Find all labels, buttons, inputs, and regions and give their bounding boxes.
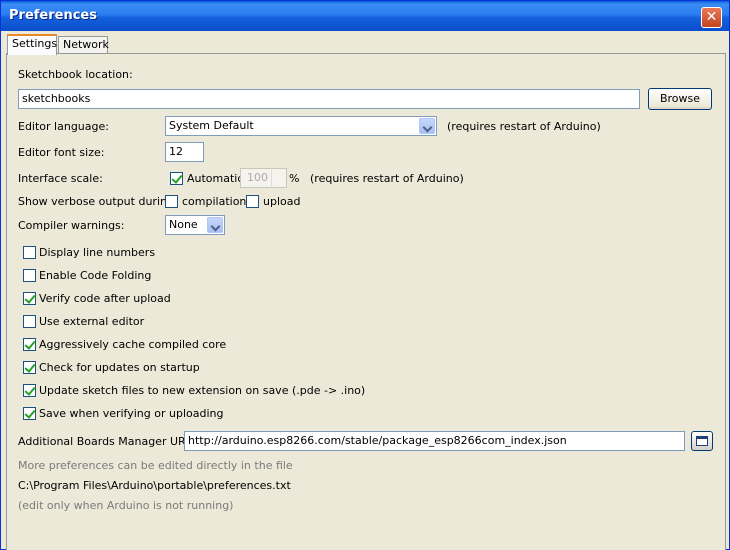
close-icon: ✕ — [705, 9, 718, 25]
interface-scale-value: 100 — [247, 171, 268, 184]
settings-panel: Sketchbook location: sketchbooks Browse … — [6, 53, 726, 550]
window-title: Preferences — [9, 8, 97, 23]
boards-manager-urls-label: Additional Boards Manager URLs: — [18, 435, 202, 448]
boards-manager-urls-input[interactable]: http://arduino.esp8266.com/stable/packag… — [184, 431, 685, 451]
chevron-down-icon — [207, 217, 223, 233]
editor-font-size-label: Editor font size: — [18, 146, 105, 159]
enable-code-folding-checkbox[interactable] — [23, 269, 36, 282]
browse-button[interactable]: Browse — [648, 88, 712, 110]
use-external-editor-label: Use external editor — [39, 315, 145, 328]
compiler-warnings-select[interactable]: None — [165, 215, 225, 235]
editor-language-value: System Default — [169, 119, 254, 132]
update-extension-checkbox[interactable] — [23, 384, 36, 397]
check-updates-checkbox[interactable] — [23, 361, 36, 374]
editor-font-size-input[interactable]: 12 — [165, 142, 204, 162]
editor-language-note: (requires restart of Arduino) — [447, 120, 601, 133]
title-bar[interactable]: Preferences ✕ — [1, 1, 729, 31]
verbose-upload-label: upload — [263, 195, 301, 208]
interface-scale-note: (requires restart of Arduino) — [310, 172, 464, 185]
verify-after-upload-checkbox[interactable] — [23, 292, 36, 305]
interface-scale-unit: % — [289, 172, 300, 185]
editor-language-label: Editor language: — [18, 120, 109, 133]
compiler-warnings-label: Compiler warnings: — [18, 219, 125, 232]
spinner-arrows-icon — [271, 170, 285, 186]
window-icon — [696, 436, 708, 446]
update-extension-label: Update sketch files to new extension on … — [39, 384, 366, 397]
automatic-scale-checkbox[interactable] — [170, 172, 183, 185]
save-when-verifying-label: Save when verifying or uploading — [39, 407, 224, 420]
tab-network[interactable]: Network — [58, 36, 109, 54]
enable-code-folding-label: Enable Code Folding — [39, 269, 152, 282]
verbose-upload-checkbox[interactable] — [246, 195, 259, 208]
preferences-window: Preferences ✕ Settings Network Sketchboo… — [0, 0, 730, 550]
close-button[interactable]: ✕ — [701, 7, 722, 28]
interface-scale-spinner[interactable]: 100 — [240, 168, 287, 188]
automatic-scale-label: Automatic — [187, 172, 244, 185]
verbose-compilation-label: compilation — [182, 195, 247, 208]
chevron-down-icon — [419, 118, 435, 134]
preferences-file-path: C:\Program Files\Arduino\portable\prefer… — [18, 479, 291, 492]
sketchbook-location-input[interactable]: sketchbooks — [18, 89, 640, 109]
use-external-editor-checkbox[interactable] — [23, 315, 36, 328]
edit-note-text: (edit only when Arduino is not running) — [18, 499, 234, 512]
verbose-output-label: Show verbose output during: — [18, 195, 178, 208]
sketchbook-location-label: Sketchbook location: — [18, 68, 133, 81]
display-line-numbers-checkbox[interactable] — [23, 246, 36, 259]
display-line-numbers-label: Display line numbers — [39, 246, 156, 259]
cache-compiled-core-checkbox[interactable] — [23, 338, 36, 351]
save-when-verifying-checkbox[interactable] — [23, 407, 36, 420]
more-preferences-text: More preferences can be edited directly … — [18, 459, 293, 472]
interface-scale-label: Interface scale: — [18, 172, 103, 185]
verify-after-upload-label: Verify code after upload — [39, 292, 171, 305]
editor-language-select[interactable]: System Default — [165, 116, 437, 136]
check-updates-label: Check for updates on startup — [39, 361, 200, 374]
tab-settings[interactable]: Settings — [7, 34, 57, 55]
verbose-compilation-checkbox[interactable] — [165, 195, 178, 208]
compiler-warnings-value: None — [169, 218, 198, 231]
boards-urls-edit-button[interactable] — [691, 431, 713, 451]
cache-compiled-core-label: Aggressively cache compiled core — [39, 338, 227, 351]
